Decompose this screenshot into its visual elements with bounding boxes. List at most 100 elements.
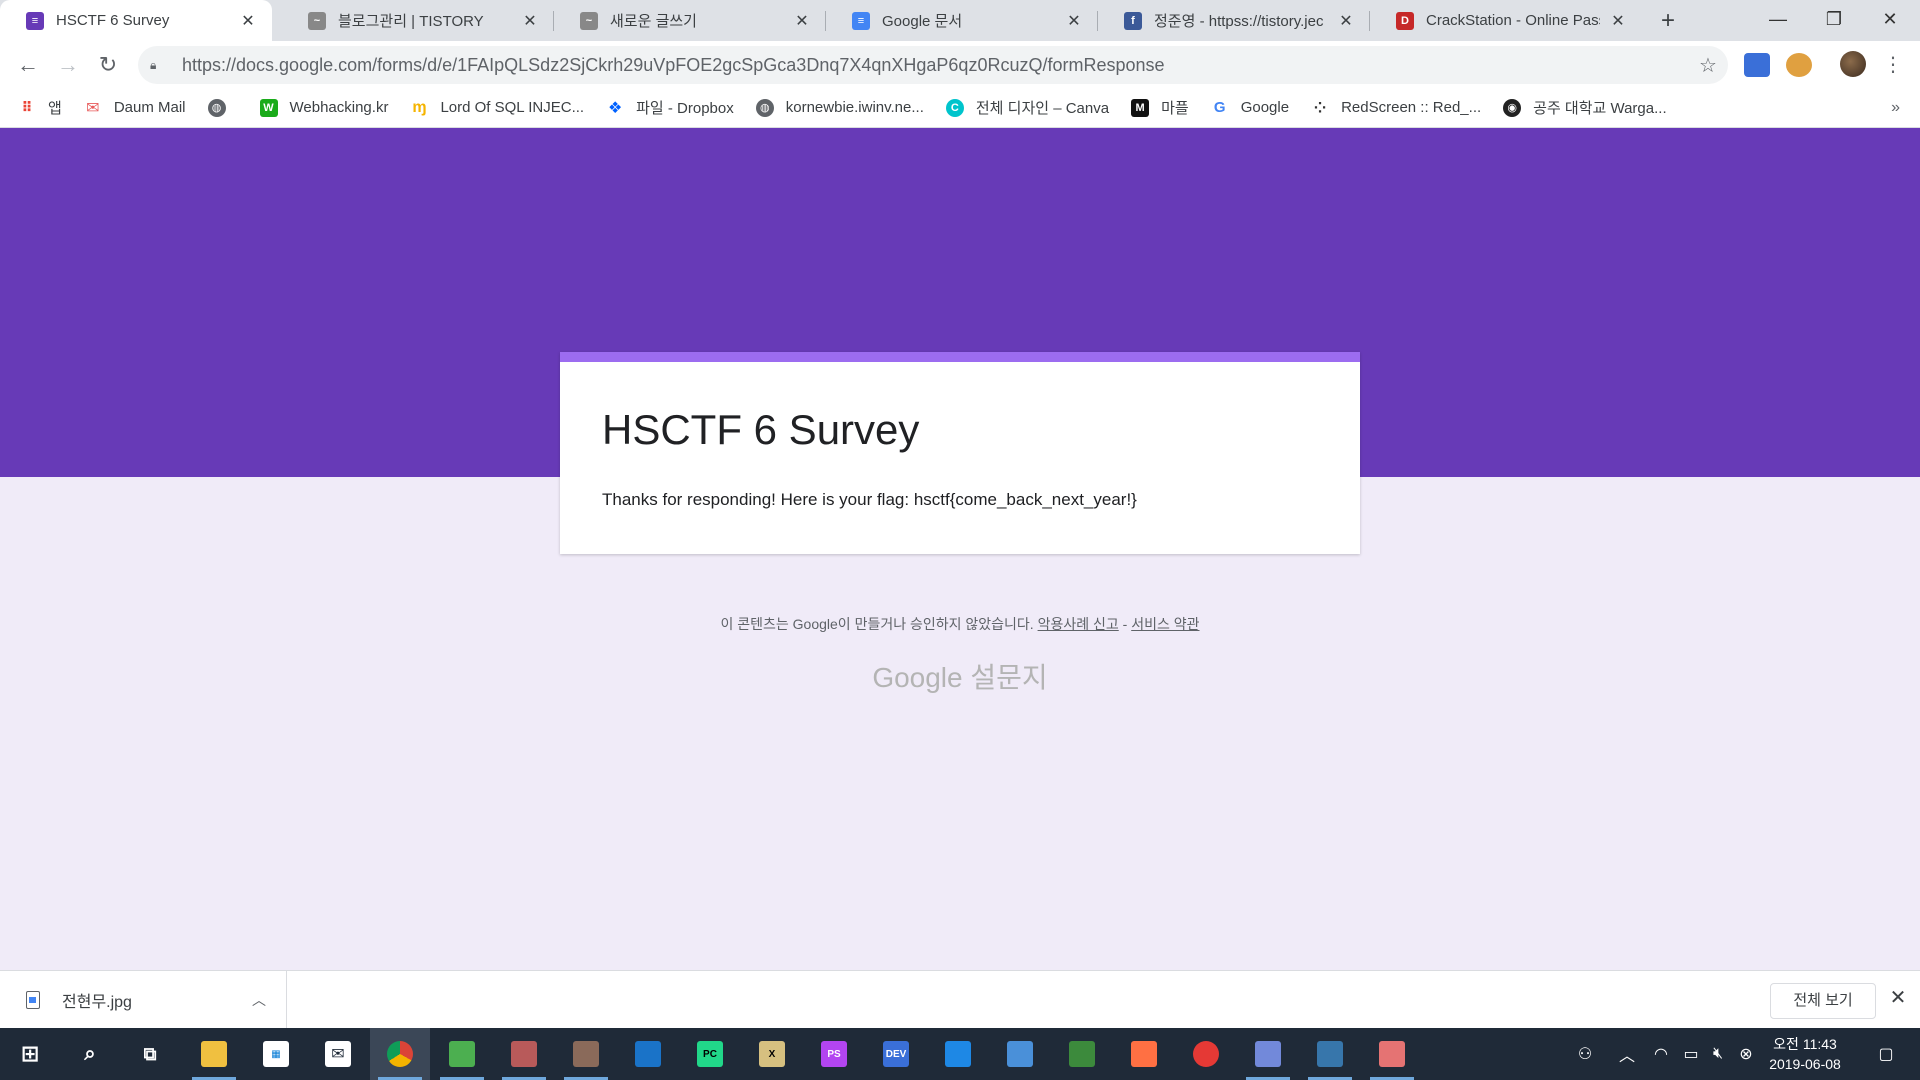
close-download-shelf-icon[interactable]: ✕: [1886, 985, 1910, 1010]
tab-crackstation[interactable]: D CrackStation - Online Passw ✕: [1370, 0, 1642, 41]
taskbar-mail[interactable]: ✉: [308, 1028, 368, 1080]
bookmark-apps[interactable]: ⠿ 앱: [18, 97, 62, 118]
task-view-button[interactable]: ⧉: [120, 1028, 180, 1080]
bookmark-label: 공주 대학교 Warga...: [1533, 100, 1667, 117]
webhacking-icon: W: [259, 98, 278, 117]
bookmarks-overflow-button[interactable]: »: [1891, 88, 1900, 128]
globe-icon: ◍: [207, 98, 226, 117]
chevron-up-icon[interactable]: ︿: [1612, 1028, 1642, 1080]
taskbar-photo-2[interactable]: [556, 1028, 616, 1080]
taskbar-editor[interactable]: [1052, 1028, 1112, 1080]
cookie-extension-icon[interactable]: [1786, 53, 1812, 77]
more-menu-icon[interactable]: ⋮: [1880, 49, 1906, 81]
battery-icon[interactable]: ▭: [1676, 1028, 1706, 1080]
bookmark-google[interactable]: G Google: [1211, 99, 1289, 117]
back-arrow-icon[interactable]: ←: [12, 49, 44, 81]
tab-hsctf-survey[interactable]: ≡ HSCTF 6 Survey ✕: [0, 0, 272, 41]
bookmark-kongju-wargame[interactable]: ◉ 공주 대학교 Warga...: [1503, 97, 1667, 118]
tab-tistory-admin[interactable]: ~ 블로그관리 | TISTORY ✕: [282, 0, 554, 41]
taskbar-phpstorm[interactable]: PS: [804, 1028, 864, 1080]
python-icon: [1317, 1041, 1343, 1067]
photo-app-icon: [511, 1041, 537, 1067]
bookmark-redscreen[interactable]: ⁘ RedScreen :: Red_...: [1311, 99, 1481, 117]
bookmark-dropbox[interactable]: ❖ 파일 - Dropbox: [606, 97, 734, 118]
search-button[interactable]: ⌕: [60, 1028, 120, 1080]
google-forms-logo[interactable]: Google 설문지: [0, 656, 1920, 696]
chevron-up-icon[interactable]: ︿: [252, 990, 266, 1010]
taskbar-burp[interactable]: [1176, 1028, 1236, 1080]
close-window-button[interactable]: ✕: [1862, 0, 1918, 41]
extension-icon[interactable]: [1744, 53, 1770, 77]
profile-avatar[interactable]: [1840, 51, 1866, 77]
taskbar-python[interactable]: [1300, 1028, 1360, 1080]
taskbar-store[interactable]: ▦: [246, 1028, 306, 1080]
bookmark-label: kornewbie.iwinv.ne...: [785, 99, 924, 116]
show-all-downloads-button[interactable]: 전체 보기: [1770, 983, 1876, 1019]
close-tab-icon[interactable]: ✕: [238, 11, 258, 31]
taskbar-clock[interactable]: 오전 11:43 2019-06-08: [1760, 1034, 1850, 1074]
lock-icon[interactable]: 🔒︎: [150, 58, 168, 73]
tab-new-post[interactable]: ~ 새로운 글쓰기 ✕: [554, 0, 826, 41]
bookmark-label: Webhacking.kr: [289, 99, 389, 116]
bookmark-star-icon[interactable]: ☆: [1688, 53, 1728, 78]
taskbar-sublime[interactable]: [1114, 1028, 1174, 1080]
bookmark-webhacking[interactable]: W Webhacking.kr: [259, 98, 389, 117]
editor-icon: [1069, 1041, 1095, 1067]
report-abuse-link[interactable]: 악용사례 신고: [1038, 616, 1119, 632]
bookmark-label: RedScreen :: Red_...: [1341, 99, 1482, 116]
bookmark-daum-mail[interactable]: ✉ Daum Mail: [84, 99, 185, 117]
taskbar-snipping[interactable]: [1362, 1028, 1422, 1080]
wargame-icon: ◉: [1503, 98, 1522, 117]
new-tab-button[interactable]: +: [1652, 6, 1684, 36]
start-button[interactable]: ⊞: [0, 1028, 60, 1080]
bookmark-kornewbie[interactable]: ◍ kornewbie.iwinv.ne...: [755, 98, 924, 117]
photo-app-2-icon: [573, 1041, 599, 1067]
maximize-button[interactable]: ❐: [1806, 0, 1862, 41]
input-status-icon[interactable]: ⊗: [1732, 1028, 1760, 1080]
close-tab-icon[interactable]: ✕: [1064, 11, 1084, 31]
bookmark-globe[interactable]: ◍: [207, 98, 238, 117]
image-viewer-icon: [449, 1041, 475, 1067]
tab-google-docs[interactable]: ≡ Google 문서 ✕: [826, 0, 1098, 41]
reload-icon[interactable]: ↻: [92, 49, 124, 81]
close-tab-icon[interactable]: ✕: [792, 11, 812, 31]
tab-facebook[interactable]: f 정준영 - httpss://tistory.jec ✕: [1098, 0, 1370, 41]
taskbar-network[interactable]: [990, 1028, 1050, 1080]
minimize-button[interactable]: —: [1750, 0, 1806, 41]
form-title: HSCTF 6 Survey: [602, 406, 920, 453]
bookmark-marpple[interactable]: M 마플: [1131, 97, 1189, 118]
taskbar-chrome[interactable]: [370, 1028, 430, 1080]
close-tab-icon[interactable]: ✕: [1608, 11, 1628, 31]
close-tab-icon[interactable]: ✕: [520, 11, 540, 31]
terms-of-service-link[interactable]: 서비스 약관: [1131, 616, 1199, 632]
people-icon[interactable]: ⚇: [1570, 1028, 1600, 1080]
address-bar[interactable]: 🔒︎ ☆: [138, 46, 1728, 84]
taskbar-image-viewer[interactable]: [432, 1028, 492, 1080]
dropbox-icon: ❖: [607, 99, 623, 117]
download-item[interactable]: 전현무.jpg ︿: [0, 971, 287, 1029]
taskbar-discord[interactable]: [1238, 1028, 1298, 1080]
snipping-icon: [1379, 1041, 1405, 1067]
download-file-name: 전현무.jpg: [62, 994, 132, 1011]
discord-icon: [1255, 1041, 1281, 1067]
bookmark-label: Google: [1240, 99, 1290, 116]
taskbar-pycharm[interactable]: PC: [680, 1028, 740, 1080]
notifications-icon[interactable]: ▢: [1866, 1028, 1906, 1080]
taskbar-devcpp[interactable]: DEV: [866, 1028, 926, 1080]
volume-muted-icon[interactable]: 🔇︎: [1704, 1028, 1732, 1080]
taskbar-file-explorer[interactable]: [184, 1028, 244, 1080]
bookmark-canva[interactable]: C 전체 디자인 – Canva: [945, 97, 1109, 118]
taskbar-virtualbox[interactable]: [928, 1028, 988, 1080]
bookmark-lord-of-sql[interactable]: ɱ Lord Of SQL INJEC...: [410, 99, 584, 117]
wifi-icon[interactable]: ◠: [1646, 1028, 1676, 1080]
taskbar-x64dbg[interactable]: X: [742, 1028, 802, 1080]
taskbar-photo-1[interactable]: [494, 1028, 554, 1080]
close-tab-icon[interactable]: ✕: [1336, 11, 1356, 31]
url-input[interactable]: [182, 54, 1688, 76]
tistory-icon: ~: [580, 11, 598, 30]
search-icon: ⌕: [84, 1042, 96, 1065]
taskbar-wireshark[interactable]: [618, 1028, 678, 1080]
google-forms-icon: ≡: [26, 11, 44, 30]
tab-title: Google 문서: [882, 13, 963, 30]
forward-arrow-icon[interactable]: →: [52, 49, 84, 81]
